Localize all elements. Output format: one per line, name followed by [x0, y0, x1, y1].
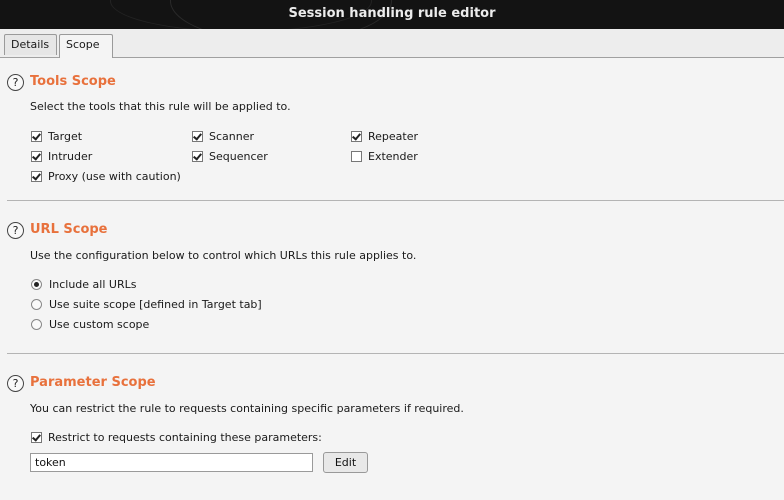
tool-proxy-checkbox[interactable]: Proxy (use with caution): [31, 170, 181, 183]
use-custom-scope-radio[interactable]: Use custom scope: [31, 318, 149, 331]
radio-dot[interactable]: [31, 299, 42, 310]
parameters-field[interactable]: token: [30, 453, 313, 472]
tool-target-label: Target: [48, 130, 83, 143]
tool-intruder-checkbox[interactable]: Intruder: [31, 150, 92, 163]
radio-dot[interactable]: [31, 319, 42, 330]
use-suite-scope-label: Use suite scope [defined in Target tab]: [49, 298, 262, 311]
parameter-scope-description: You can restrict the rule to requests co…: [30, 402, 464, 415]
restrict-parameters-checkbox[interactable]: Restrict to requests containing these pa…: [31, 431, 322, 444]
checkbox-box[interactable]: [31, 131, 42, 142]
url-scope-description: Use the configuration below to control w…: [30, 249, 417, 262]
tool-sequencer-label: Sequencer: [209, 150, 268, 163]
use-custom-scope-label: Use custom scope: [49, 318, 150, 331]
tool-proxy-label: Proxy (use with caution): [48, 170, 181, 183]
tool-repeater-label: Repeater: [368, 130, 419, 143]
help-icon[interactable]: ?: [7, 74, 24, 91]
tool-sequencer-checkbox[interactable]: Sequencer: [192, 150, 268, 163]
window-title-bar: Session handling rule editor: [0, 0, 784, 29]
checkbox-box[interactable]: [192, 131, 203, 142]
checkbox-box[interactable]: [351, 131, 362, 142]
tool-intruder-label: Intruder: [48, 150, 93, 163]
include-all-urls-label: Include all URLs: [49, 278, 137, 291]
checkbox-box[interactable]: [31, 171, 42, 182]
parameter-scope-title: Parameter Scope: [30, 375, 156, 390]
include-all-urls-radio[interactable]: Include all URLs: [31, 278, 136, 291]
section-divider: [7, 200, 784, 201]
tab-bar: Details Scope: [0, 29, 784, 58]
checkbox-box[interactable]: [31, 151, 42, 162]
tool-extender-checkbox[interactable]: Extender: [351, 150, 418, 163]
tool-repeater-checkbox[interactable]: Repeater: [351, 130, 418, 143]
use-suite-scope-radio[interactable]: Use suite scope [defined in Target tab]: [31, 298, 262, 311]
radio-dot[interactable]: [31, 279, 42, 290]
checkbox-box[interactable]: [192, 151, 203, 162]
checkbox-box[interactable]: [31, 432, 42, 443]
section-divider: [7, 353, 784, 354]
checkbox-box[interactable]: [351, 151, 362, 162]
tools-scope-description: Select the tools that this rule will be …: [30, 100, 291, 113]
window-title: Session handling rule editor: [288, 6, 496, 21]
tab-details[interactable]: Details: [4, 34, 57, 55]
help-icon[interactable]: ?: [7, 222, 24, 239]
tools-scope-title: Tools Scope: [30, 74, 116, 89]
tool-scanner-label: Scanner: [209, 130, 255, 143]
help-icon[interactable]: ?: [7, 375, 24, 392]
restrict-parameters-label: Restrict to requests containing these pa…: [48, 431, 322, 444]
tool-scanner-checkbox[interactable]: Scanner: [192, 130, 254, 143]
tab-scope[interactable]: Scope: [59, 34, 113, 58]
tool-target-checkbox[interactable]: Target: [31, 130, 82, 143]
url-scope-title: URL Scope: [30, 222, 108, 237]
tool-extender-label: Extender: [368, 150, 418, 163]
edit-button[interactable]: Edit: [323, 452, 368, 473]
